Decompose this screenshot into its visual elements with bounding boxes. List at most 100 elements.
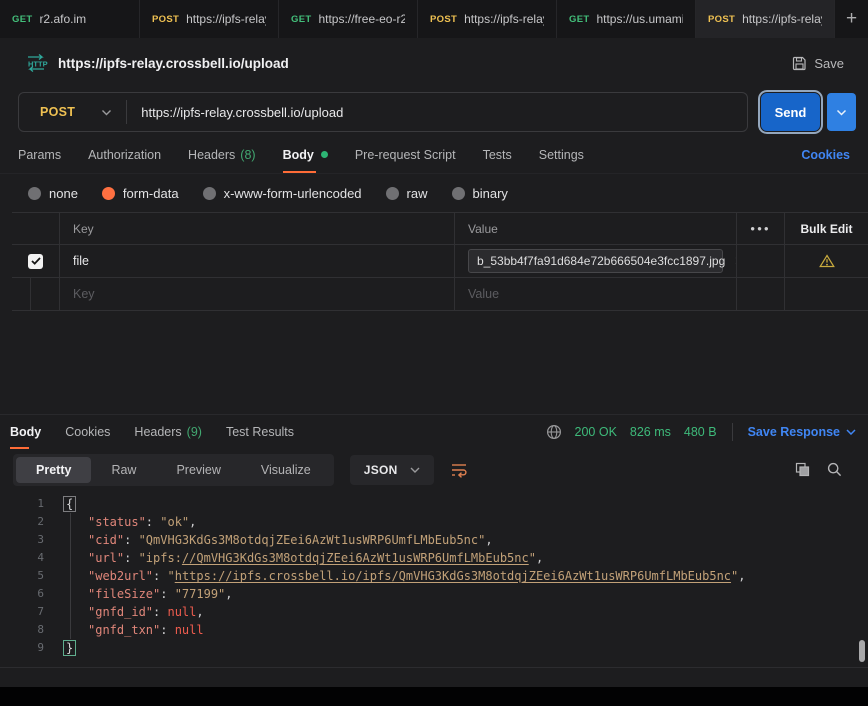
method-selector[interactable]: POST bbox=[19, 105, 126, 119]
response-tab-cookies[interactable]: Cookies bbox=[65, 415, 110, 449]
code-content: } bbox=[44, 639, 76, 657]
http-request-icon: HTTP bbox=[24, 54, 48, 72]
code-token: "ipfs: bbox=[139, 551, 182, 565]
tab-authorization[interactable]: Authorization bbox=[88, 136, 161, 173]
line-number: 4 bbox=[0, 549, 44, 567]
open-request-tab-2[interactable]: GEThttps://free-eo-r2.a bbox=[279, 0, 418, 38]
open-request-tab-0[interactable]: GETr2.afo.im bbox=[0, 0, 140, 38]
body-mode-none[interactable]: none bbox=[28, 186, 78, 201]
url-input[interactable]: https://ipfs-relay.crossbell.io/upload bbox=[127, 105, 357, 120]
radio-label: form-data bbox=[123, 186, 179, 201]
code-token: : bbox=[124, 533, 138, 547]
open-request-tab-1[interactable]: POSThttps://ipfs-relay.c bbox=[140, 0, 279, 38]
radio-icon bbox=[452, 187, 465, 200]
open-request-tab-5[interactable]: POSThttps://ipfs-relay.c bbox=[696, 0, 835, 38]
code-token: null bbox=[167, 605, 196, 619]
editor-scrollbar[interactable] bbox=[859, 640, 865, 662]
file-chip[interactable]: b_53bb4f7fa91d684e72b666504e3fcc1897.jpg… bbox=[468, 249, 723, 273]
indent-guide bbox=[70, 513, 71, 639]
body-mode-row: none form-data x-www-form-urlencoded raw bin… bbox=[0, 174, 868, 212]
response-body-editor[interactable]: 1{2"status": "ok",3"cid": "QmVHG3KdGs3M8… bbox=[0, 490, 868, 668]
globe-icon[interactable] bbox=[546, 424, 562, 440]
view-tab-visualize[interactable]: Visualize bbox=[241, 457, 331, 483]
cookies-link[interactable]: Cookies bbox=[801, 148, 850, 162]
row-actions-cell bbox=[737, 245, 785, 277]
response-tab-body[interactable]: Body bbox=[10, 415, 41, 449]
save-response-button[interactable]: Save Response bbox=[748, 425, 856, 439]
code-token: null bbox=[175, 623, 204, 637]
response-tab-headers[interactable]: Headers (9) bbox=[134, 415, 202, 449]
response-time[interactable]: 826 ms bbox=[630, 425, 671, 439]
tab-strip: GETr2.afo.imPOSThttps://ipfs-relay.cGETh… bbox=[0, 0, 835, 38]
tab-headers[interactable]: Headers(8) bbox=[188, 136, 256, 173]
send-options-button[interactable] bbox=[827, 93, 856, 131]
form-data-table: Key Value ●●● Bulk Edit file b_53bb4f7fa… bbox=[12, 212, 868, 311]
line-number: 2 bbox=[0, 513, 44, 531]
view-tab-raw[interactable]: Raw bbox=[91, 457, 156, 483]
wrap-lines-icon[interactable] bbox=[450, 462, 468, 478]
request-subtabs: Cookies Params Authorization Headers(8) Bod… bbox=[0, 136, 868, 174]
postman-window: GETr2.afo.imPOSThttps://ipfs-relay.cGETh… bbox=[0, 0, 868, 706]
tab-pre-request-script[interactable]: Pre-request Script bbox=[355, 136, 456, 173]
tab-body[interactable]: Body bbox=[283, 136, 328, 173]
key-column-header: Key bbox=[73, 222, 94, 236]
code-token: : bbox=[146, 515, 160, 529]
tab-count: (9) bbox=[187, 425, 202, 439]
code-token: : bbox=[160, 623, 174, 637]
tab-label: Headers bbox=[188, 148, 235, 162]
save-button[interactable]: Save bbox=[792, 56, 844, 71]
body-mode-x-www-form-urlencoded[interactable]: x-www-form-urlencoded bbox=[203, 186, 362, 201]
view-tab-pretty[interactable]: Pretty bbox=[16, 457, 91, 483]
tab-tests[interactable]: Tests bbox=[483, 136, 512, 173]
search-icon[interactable] bbox=[827, 462, 842, 477]
new-tab-button[interactable]: + bbox=[835, 0, 868, 38]
response-toolbar: PrettyRawPreviewVisualize JSON bbox=[0, 449, 868, 490]
key-input[interactable]: file bbox=[73, 254, 89, 268]
body-mode-raw[interactable]: raw bbox=[386, 186, 428, 201]
value-cell: b_53bb4f7fa91d684e72b666504e3fcc1897.jpg… bbox=[455, 245, 737, 277]
save-icon bbox=[792, 56, 807, 71]
response-size[interactable]: 480 B bbox=[684, 425, 717, 439]
more-columns-icon[interactable]: ●●● bbox=[750, 224, 771, 233]
save-response-label: Save Response bbox=[748, 425, 840, 439]
method-badge: POST bbox=[708, 14, 735, 25]
bulk-edit-cell: Bulk Edit bbox=[785, 213, 868, 244]
tab-params[interactable]: Params bbox=[18, 136, 61, 173]
body-mode-form-data[interactable]: form-data bbox=[102, 186, 179, 201]
value-placeholder[interactable]: Value bbox=[468, 287, 499, 301]
response-meta: 200 OK 826 ms 480 B Save Response bbox=[546, 423, 856, 441]
open-request-tab-3[interactable]: POSThttps://ipfs-relay.c bbox=[418, 0, 557, 38]
status-badge[interactable]: 200 OK bbox=[575, 425, 617, 439]
copy-icon[interactable] bbox=[795, 462, 810, 477]
tab-label: Headers bbox=[134, 425, 181, 439]
response-tab-test-results[interactable]: Test Results bbox=[226, 415, 294, 449]
response-header: 200 OK 826 ms 480 B Save Response Body Co… bbox=[0, 414, 868, 449]
row-checkbox[interactable] bbox=[28, 254, 43, 269]
radio-icon bbox=[386, 187, 399, 200]
bulk-edit-button[interactable]: Bulk Edit bbox=[800, 222, 852, 236]
code-token: https://ipfs.crossbell.io/ipfs/QmVHG3KdG… bbox=[175, 569, 731, 583]
code-token: "gnfd_txn" bbox=[88, 623, 160, 637]
code-line: 1{ bbox=[0, 495, 868, 513]
radio-icon bbox=[102, 187, 115, 200]
key-placeholder[interactable]: Key bbox=[73, 287, 95, 301]
view-tab-preview[interactable]: Preview bbox=[156, 457, 240, 483]
code-token: : bbox=[153, 605, 167, 619]
line-number: 8 bbox=[0, 621, 44, 639]
tab-settings[interactable]: Settings bbox=[539, 136, 584, 173]
code-token: , bbox=[738, 569, 745, 583]
open-request-tab-4[interactable]: GEThttps://us.umami.is bbox=[557, 0, 696, 38]
format-dropdown[interactable]: JSON bbox=[350, 455, 434, 485]
footer-bar bbox=[0, 687, 868, 706]
send-button[interactable]: Send bbox=[761, 93, 820, 131]
code-token: : bbox=[124, 551, 138, 565]
lower-gap bbox=[0, 668, 868, 687]
code-token: , bbox=[196, 605, 203, 619]
tab-label: Pre-request Script bbox=[355, 148, 456, 162]
request-body-blank bbox=[0, 311, 868, 414]
toolbar-right-icons bbox=[795, 462, 842, 477]
meta-divider bbox=[732, 423, 733, 441]
code-token: "QmVHG3KdGs3M8otdqjZEei6AzWt1usWRP6UmfLM… bbox=[139, 533, 486, 547]
svg-text:HTTP: HTTP bbox=[28, 60, 48, 69]
body-mode-binary[interactable]: binary bbox=[452, 186, 508, 201]
